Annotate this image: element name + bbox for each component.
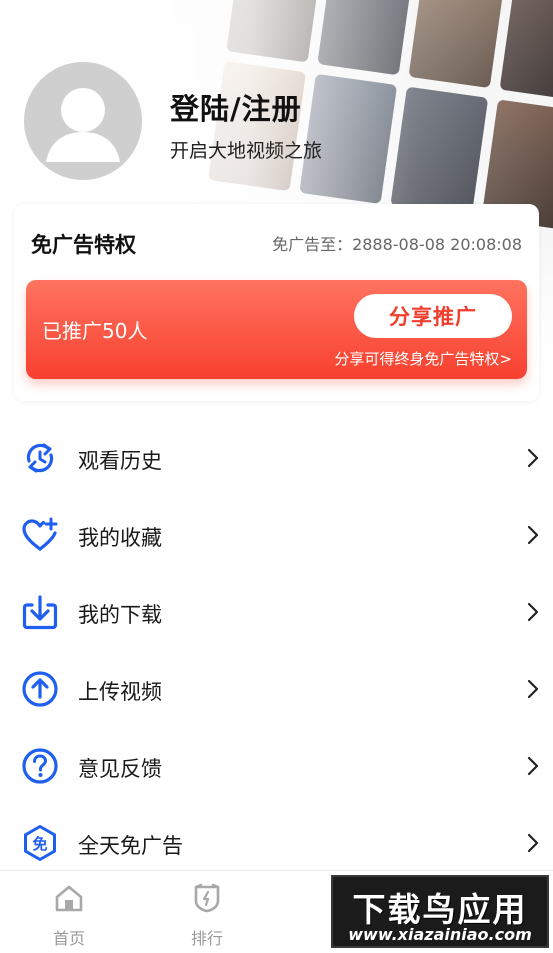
- watermark-logo: 下载鸟应用 www.xiazainiao.com: [331, 875, 549, 948]
- avatar[interactable]: [24, 62, 142, 180]
- watermark-title: 下载鸟应用: [352, 890, 528, 929]
- ad-free-privilege-card: 免广告特权 免广告至：2888-08-08 20:08:08 已推广50人 分享…: [14, 204, 539, 401]
- menu-label: 我的下载: [78, 603, 162, 627]
- menu-label: 全天免广告: [78, 834, 183, 858]
- login-register-link[interactable]: 登陆/注册: [170, 86, 302, 128]
- menu-label: 我的收藏: [78, 526, 162, 550]
- promotion-count: 已推广50人: [42, 319, 148, 343]
- default-user-icon: [46, 88, 120, 162]
- menu-item-feedback[interactable]: 意见反馈: [0, 728, 553, 802]
- menu-item-ad-free[interactable]: 免 全天免广告: [0, 805, 553, 879]
- chevron-right-icon: [527, 602, 539, 622]
- ad-free-icon: 免: [24, 825, 56, 861]
- svg-text:免: 免: [32, 835, 47, 853]
- chevron-right-icon: [527, 448, 539, 468]
- ad-free-expiry: 免广告至：2888-08-08 20:08:08: [272, 235, 522, 254]
- nav-tab-home[interactable]: 首页: [14, 871, 124, 953]
- watermark-url: www.xiazainiao.com: [348, 925, 532, 944]
- menu-item-downloads[interactable]: 我的下载: [0, 574, 553, 648]
- menu-label: 观看历史: [78, 449, 162, 473]
- home-icon: [55, 885, 83, 912]
- download-icon: [22, 595, 58, 630]
- profile-subtitle: 开启大地视频之旅: [170, 140, 323, 162]
- chevron-right-icon: [527, 756, 539, 776]
- history-icon: [26, 443, 54, 473]
- menu-item-upload[interactable]: 上传视频: [0, 651, 553, 725]
- menu-label: 意见反馈: [78, 757, 162, 781]
- chevron-right-icon: [527, 679, 539, 699]
- promotion-hint[interactable]: 分享可得终身免广告特权>: [334, 348, 512, 369]
- ad-free-title: 免广告特权: [31, 233, 136, 257]
- share-promote-button[interactable]: 分享推广: [354, 294, 512, 338]
- chevron-right-icon: [527, 833, 539, 853]
- menu-item-favorites[interactable]: 我的收藏: [0, 497, 553, 571]
- menu-label: 上传视频: [78, 680, 162, 704]
- heart-plus-icon: [22, 517, 58, 551]
- nav-label: 首页: [52, 929, 85, 948]
- upload-icon: [22, 671, 58, 707]
- chevron-right-icon: [527, 525, 539, 545]
- nav-tab-ranking[interactable]: 排行: [152, 871, 262, 953]
- nav-label: 排行: [190, 929, 223, 948]
- question-icon: [22, 748, 58, 784]
- promotion-banner[interactable]: 已推广50人 分享推广 分享可得终身免广告特权>: [26, 280, 527, 379]
- ranking-icon: [194, 883, 220, 913]
- menu-item-history[interactable]: 观看历史: [0, 420, 553, 494]
